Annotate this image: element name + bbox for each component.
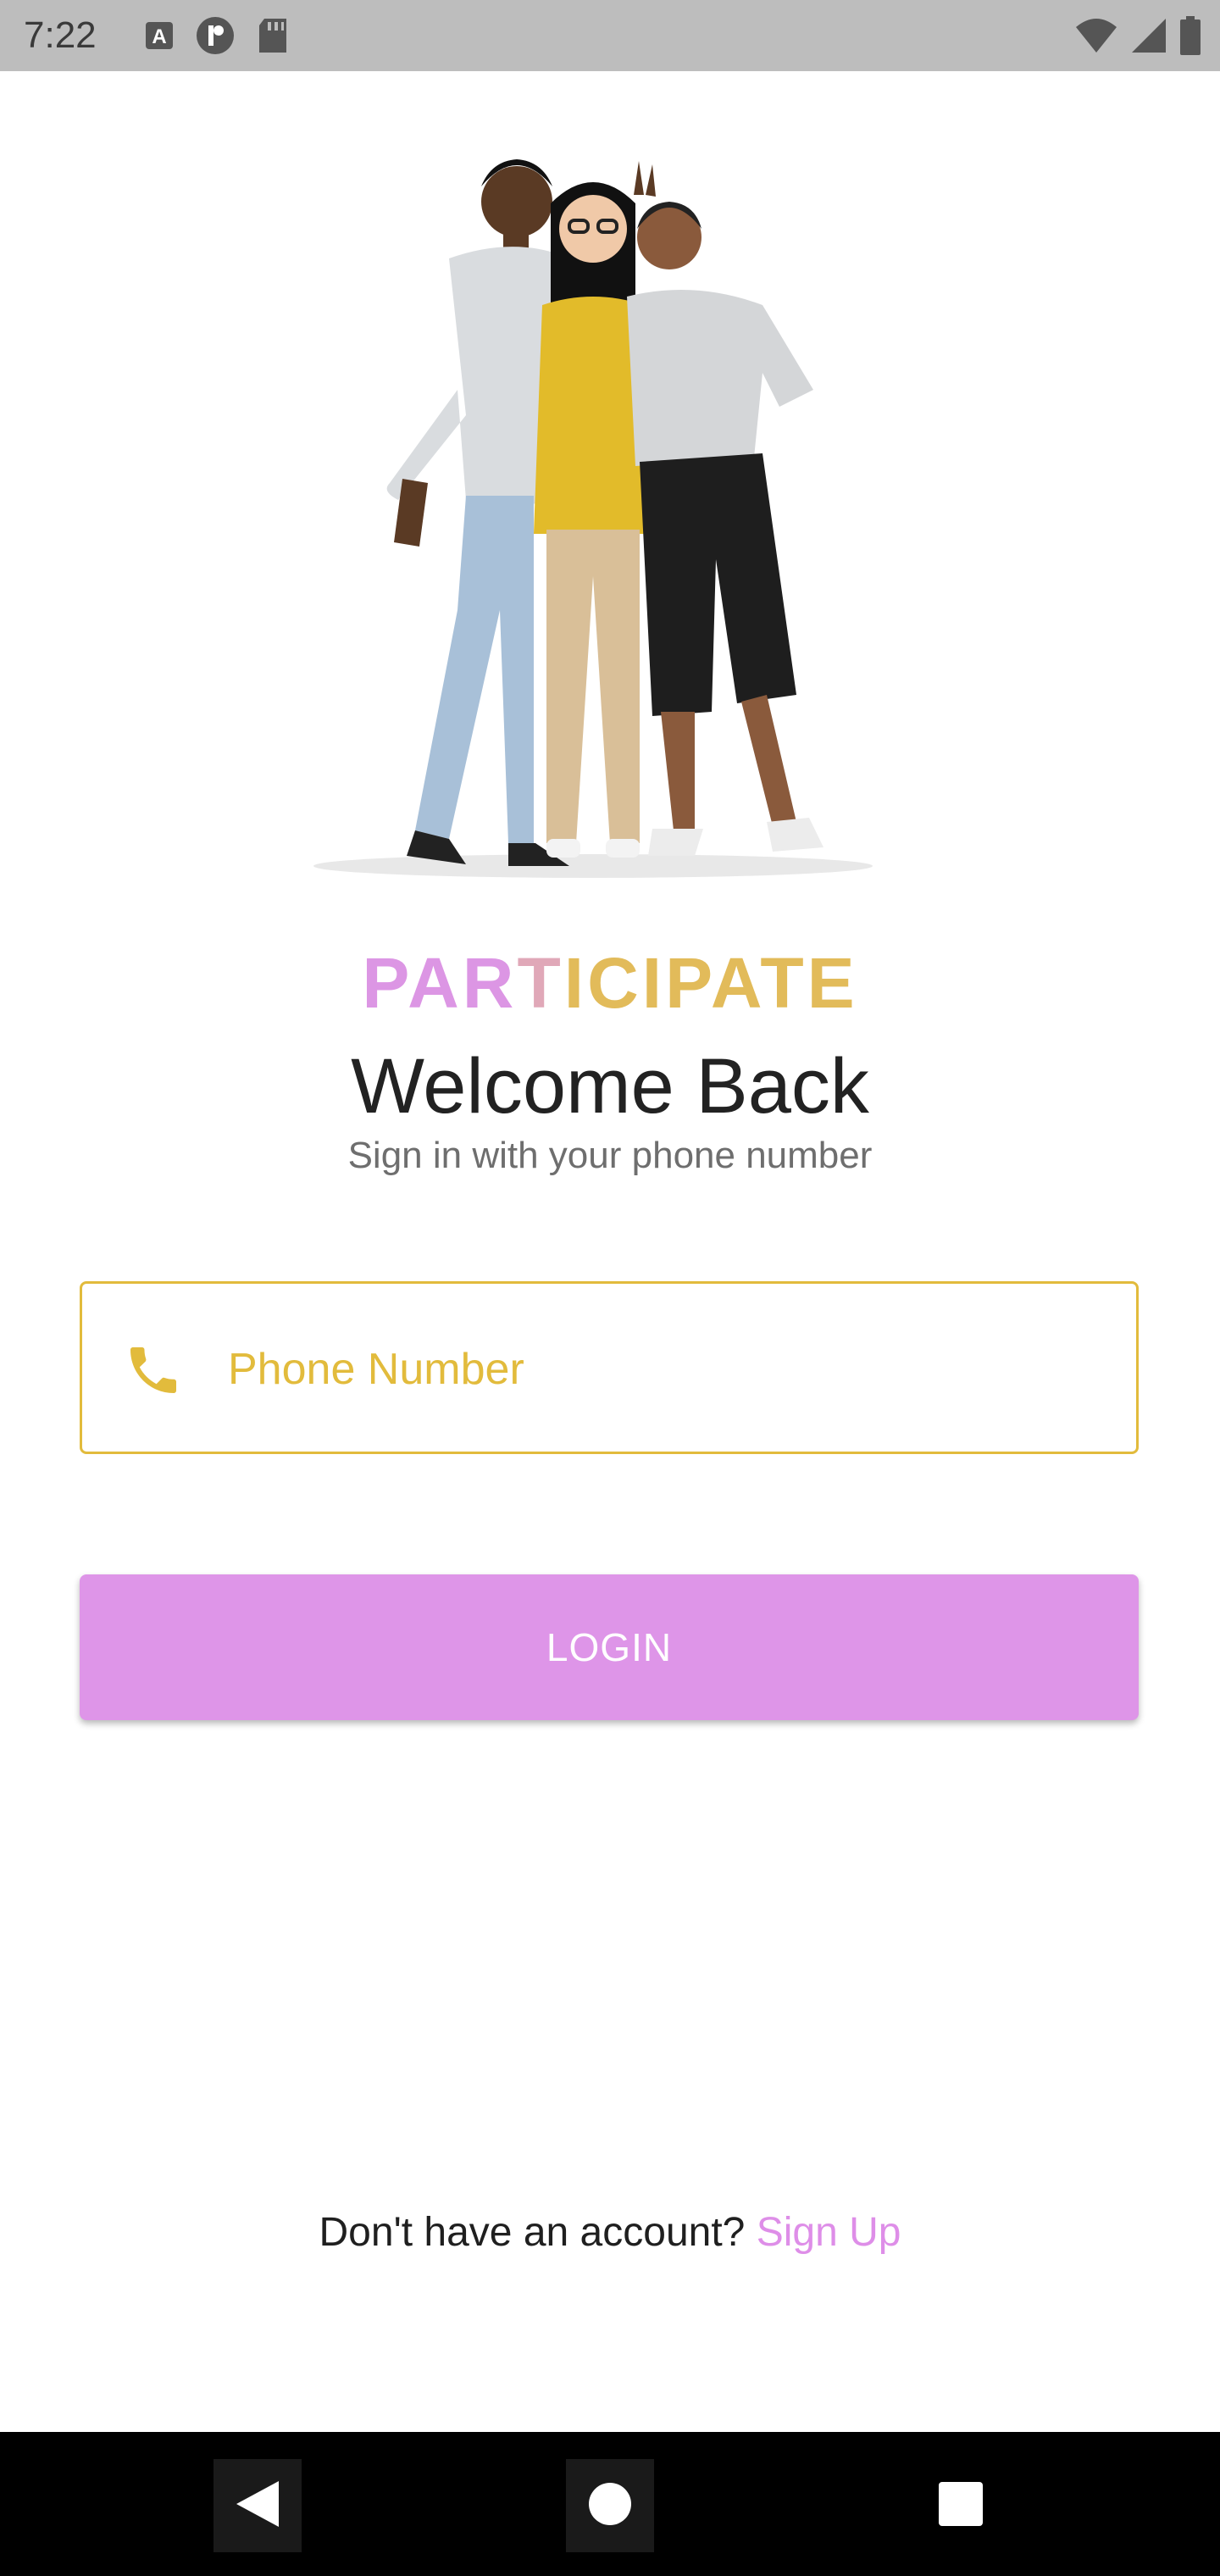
welcome-title: Welcome Back xyxy=(351,1043,869,1130)
recents-button[interactable] xyxy=(917,2459,1005,2552)
sd-card-icon xyxy=(256,17,290,54)
svg-text:A: A xyxy=(152,25,166,48)
brand-title-part2: T xyxy=(517,943,564,1023)
login-button[interactable]: LOGIN xyxy=(80,1574,1139,1720)
system-icons xyxy=(1074,15,1201,56)
back-icon xyxy=(233,2478,282,2534)
wifi-icon xyxy=(1074,17,1118,54)
navigation-bar xyxy=(0,2432,1220,2576)
a-notification-icon: A xyxy=(144,20,175,51)
person-middle xyxy=(534,161,656,858)
home-button[interactable] xyxy=(566,2459,654,2552)
phone-field[interactable] xyxy=(80,1281,1139,1454)
welcome-subtitle: Sign in with your phone number xyxy=(347,1135,873,1176)
brand-title-part3: ICIPATE xyxy=(563,943,858,1023)
brand-title: PARTICIPATE xyxy=(0,939,1220,1027)
battery-icon xyxy=(1179,16,1201,55)
signup-link[interactable]: Sign Up xyxy=(757,2210,901,2255)
signup-prompt: Don't have an account? Sign Up xyxy=(0,2203,1220,2262)
person-right xyxy=(627,202,824,856)
phone-input[interactable] xyxy=(226,1318,1111,1421)
phone-icon xyxy=(123,1340,184,1401)
brand-title-part1: PAR xyxy=(362,943,518,1023)
recents-icon xyxy=(938,2481,984,2531)
hero-illustration xyxy=(254,136,966,881)
notification-icons: A xyxy=(144,17,290,54)
circle-p-notification-icon xyxy=(195,15,236,56)
home-icon xyxy=(588,2482,632,2530)
status-time: 7:22 xyxy=(24,14,97,56)
status-bar: 7:22 A xyxy=(0,0,1220,71)
back-button[interactable] xyxy=(214,2459,302,2552)
signal-icon xyxy=(1130,17,1167,54)
signup-prompt-text: Don't have an account? xyxy=(319,2210,757,2255)
